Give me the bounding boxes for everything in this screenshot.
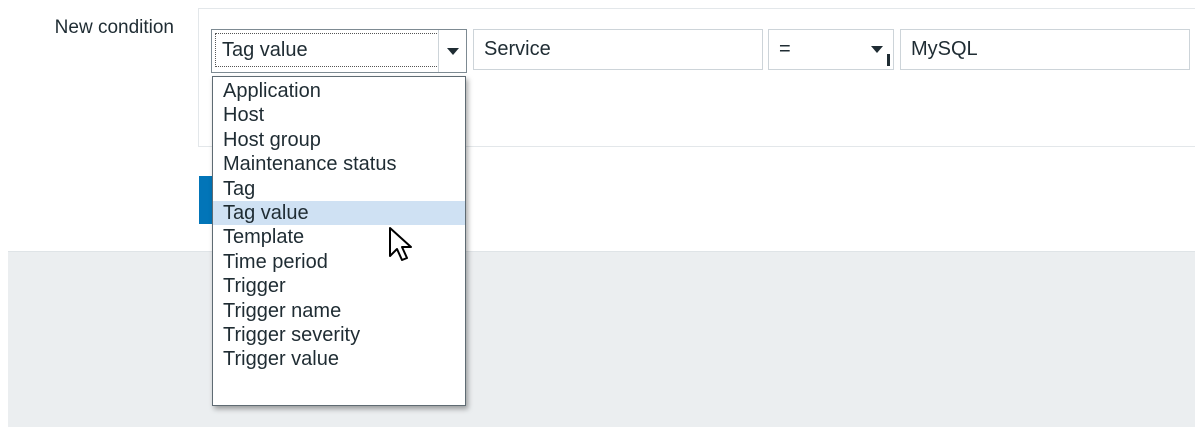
tag-value-input[interactable]: MySQL <box>900 29 1190 70</box>
select-edge-marker <box>887 54 890 66</box>
condition-type-dropdown-list: Application Host Host group Maintenance … <box>212 76 466 406</box>
dropdown-option-trigger-value[interactable]: Trigger value <box>213 347 465 371</box>
dropdown-option-host[interactable]: Host <box>213 103 465 127</box>
dropdown-option-tag[interactable]: Tag <box>213 177 465 201</box>
dropdown-option-template[interactable]: Template <box>213 225 465 249</box>
chevron-down-icon <box>871 46 883 53</box>
dropdown-option-trigger-name[interactable]: Trigger name <box>213 299 465 323</box>
dropdown-option-application[interactable]: Application <box>213 79 465 103</box>
dropdown-option-trigger[interactable]: Trigger <box>213 274 465 298</box>
page-footer-area <box>8 251 1195 427</box>
operator-value: = <box>779 38 791 60</box>
mouse-pointer-icon <box>389 227 412 261</box>
tag-name-input[interactable]: Service <box>473 29 763 70</box>
dropdown-option-tag-value[interactable]: Tag value <box>213 200 465 226</box>
dropdown-option-time-period[interactable]: Time period <box>213 250 465 274</box>
condition-type-value: Tag value <box>215 33 439 67</box>
condition-type-dropdown-button[interactable] <box>438 30 466 72</box>
condition-type-select[interactable]: Tag value <box>211 29 467 73</box>
dropdown-option-maintenance-status[interactable]: Maintenance status <box>213 152 465 176</box>
operator-select[interactable]: = <box>768 29 894 70</box>
operator-dropdown-button[interactable] <box>867 30 893 69</box>
dropdown-option-host-group[interactable]: Host group <box>213 128 465 152</box>
dropdown-option-trigger-severity[interactable]: Trigger severity <box>213 323 465 347</box>
chevron-down-icon <box>447 48 459 55</box>
new-condition-label: New condition <box>54 17 174 38</box>
add-button[interactable] <box>199 176 213 224</box>
